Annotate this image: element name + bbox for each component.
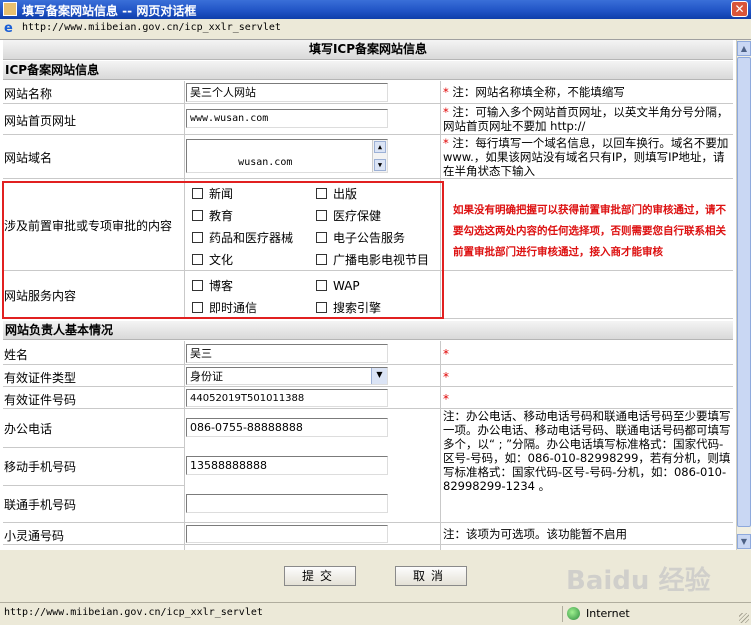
site-domain-note-text: 注：每行填写一个域名信息，以回车换行。域名不要加 www.，如果该网站没有域名只… — [443, 136, 729, 178]
watermark: Baidu 经验 — [566, 566, 711, 596]
required-star: * — [443, 136, 449, 150]
phs-input[interactable] — [186, 525, 388, 543]
row-divider — [3, 485, 185, 486]
globe-icon — [567, 607, 580, 620]
scroll-thumb[interactable] — [737, 57, 751, 527]
unicom-input[interactable] — [186, 494, 388, 513]
scroll-up-icon[interactable]: ▲ — [737, 41, 751, 56]
row-phs: 小灵通号码 注：该项为可选项。该功能暂不启用 — [3, 523, 733, 545]
form-title: 填写ICP备案网站信息 — [3, 40, 733, 60]
site-domain-value: wusan.com — [238, 157, 293, 168]
window-icon — [3, 2, 17, 16]
office-phone-label: 办公电话 — [4, 422, 53, 436]
required-star: * — [443, 105, 449, 119]
id-number-label: 有效证件号码 — [4, 393, 77, 407]
mobile-label: 移动手机号码 — [4, 460, 77, 474]
vertical-scrollbar[interactable]: ▲ ▼ — [736, 40, 751, 550]
site-name-note: * 注：网站名称填全称，不能填缩写 — [443, 85, 625, 99]
textarea-scrollbar[interactable]: ▲ ▼ — [372, 140, 387, 172]
unicom-label: 联通手机号码 — [4, 498, 77, 512]
row-site-name: 网站名称 吴三个人网站 * 注：网站名称填全称，不能填缩写 — [3, 81, 733, 104]
site-name-label: 网站名称 — [4, 87, 53, 101]
required-star: * — [443, 347, 449, 361]
status-bar: http://www.miibeian.gov.cn/icp_xxlr_serv… — [0, 602, 751, 625]
row-name: 姓名 吴三 * — [3, 341, 733, 365]
phs-note: 注：该项为可选项。该功能暂不启用 — [443, 527, 627, 541]
row-id-number: 有效证件号码 44052019T501011388 * — [3, 387, 733, 409]
id-type-label: 有效证件类型 — [4, 371, 77, 385]
site-name-note-text: 注：网站名称填全称，不能填缩写 — [452, 85, 625, 99]
site-url-label: 网站首页网址 — [4, 114, 77, 128]
dialog-content: 填写ICP备案网站信息 ICP备案网站信息 网站名称 吴三个人网站 * 注：网站… — [0, 40, 736, 550]
row-site-domain: 网站域名 wusan.com ▲ ▼ * 注：每行填写一个域名信息，以回车换行。… — [3, 135, 733, 179]
site-domain-label: 网站域名 — [4, 151, 53, 165]
submit-button[interactable]: 提交 — [284, 566, 356, 586]
section-icp-info: ICP备案网站信息 — [3, 61, 733, 80]
id-type-value: 身份证 — [190, 370, 223, 383]
highlight-frame — [2, 181, 444, 319]
site-url-note: * 注：可输入多个网站首页网址，以英文半角分号分隔，网站首页网址不要加 http… — [443, 105, 731, 133]
site-domain-textarea[interactable]: wusan.com ▲ ▼ — [186, 139, 388, 173]
phs-label: 小灵通号码 — [4, 529, 65, 543]
address-url: http://www.miibeian.gov.cn/icp_xxlr_serv… — [22, 22, 281, 33]
cancel-button[interactable]: 取消 — [395, 566, 467, 586]
office-phone-input[interactable]: 086-0755-88888888 — [186, 418, 388, 437]
required-star: * — [443, 392, 449, 406]
scroll-down-icon[interactable]: ▼ — [737, 534, 751, 549]
window-title: 填写备案网站信息 -- 网页对话框 — [22, 4, 197, 18]
phone-note: 注：办公电话、移动电话号码和联通电话号码至少要填写一项。办公电话、移动电话号码、… — [443, 409, 731, 493]
status-divider — [562, 606, 563, 622]
row-id-type: 有效证件类型 身份证 ▼ * — [3, 365, 733, 387]
close-icon[interactable]: ✕ — [731, 1, 748, 17]
address-bar: e http://www.miibeian.gov.cn/icp_xxlr_se… — [0, 19, 751, 40]
required-star: * — [443, 370, 449, 384]
site-url-input[interactable]: www.wusan.com — [186, 109, 388, 128]
name-label: 姓名 — [4, 348, 29, 362]
name-input[interactable]: 吴三 — [186, 344, 388, 363]
id-type-select[interactable]: 身份证 ▼ — [186, 367, 388, 385]
resize-grip-icon[interactable] — [739, 613, 749, 623]
site-name-input[interactable]: 吴三个人网站 — [186, 83, 388, 102]
required-star: * — [443, 85, 449, 99]
scroll-down-icon[interactable]: ▼ — [374, 159, 386, 171]
section-owner-info: 网站负责人基本情况 — [3, 321, 733, 340]
site-domain-note: * 注：每行填写一个域名信息，以回车换行。域名不要加 www.，如果该网站没有域… — [443, 136, 731, 178]
ie-icon: e — [4, 21, 13, 36]
row-divider — [3, 447, 185, 448]
row-site-url: 网站首页网址 www.wusan.com * 注：可输入多个网站首页网址，以英文… — [3, 104, 733, 135]
status-url: http://www.miibeian.gov.cn/icp_xxlr_serv… — [4, 607, 263, 618]
security-zone: Internet — [586, 607, 630, 620]
chevron-down-icon[interactable]: ▼ — [371, 368, 387, 384]
mobile-input[interactable]: 13588888888 — [186, 456, 388, 475]
site-url-note-text: 注：可输入多个网站首页网址，以英文半角分号分隔，网站首页网址不要加 http:/… — [443, 105, 729, 133]
approval-warning-note: 如果没有明确把握可以获得前置审批部门的审核通过，请不要勾选这两处内容的任何选择项… — [453, 204, 726, 258]
window-titlebar: 填写备案网站信息 -- 网页对话框 ✕ — [0, 0, 751, 19]
scroll-up-icon[interactable]: ▲ — [374, 141, 386, 153]
id-number-input[interactable]: 44052019T501011388 — [186, 389, 388, 407]
